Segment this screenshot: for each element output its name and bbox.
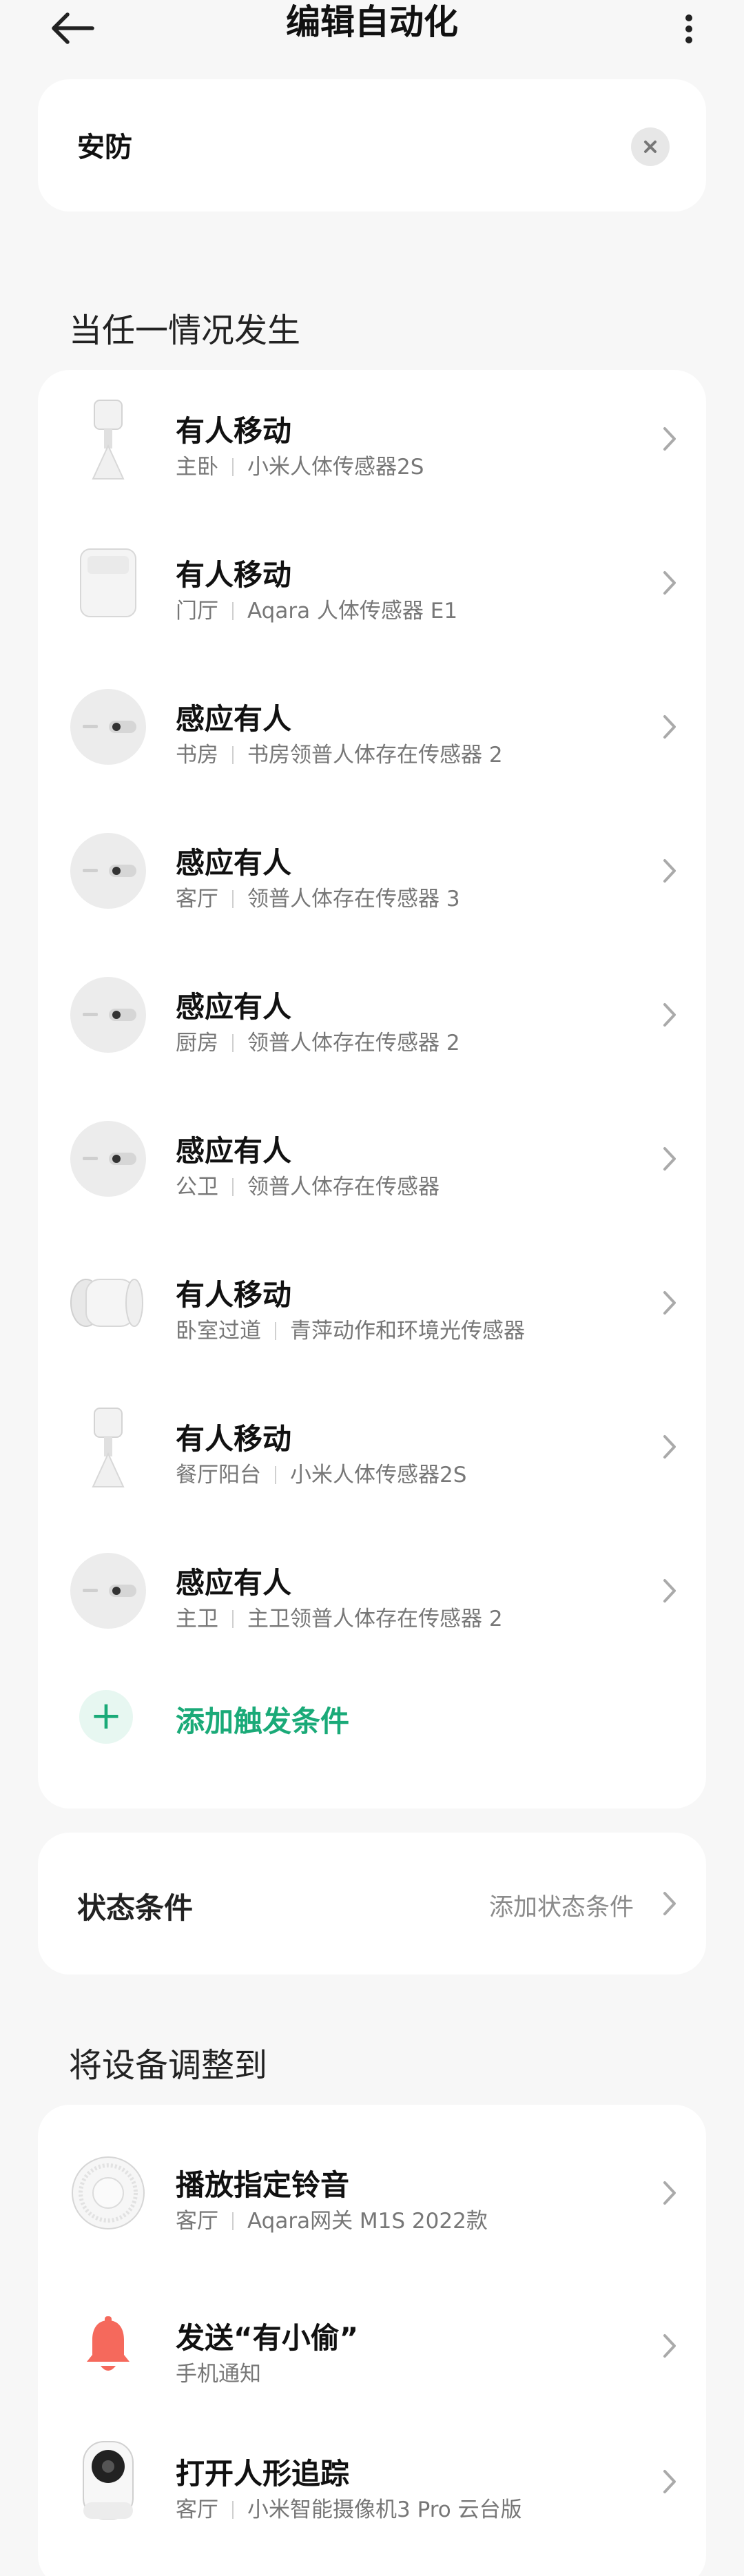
trigger-subtitle: 卧室过道 青萍动作和环境光传感器 bbox=[176, 1319, 525, 1343]
trigger-subtitle: 公卫 领普人体存在传感器 bbox=[176, 1175, 440, 1199]
trigger-subtitle: 主卧 小米人体传感器2S bbox=[176, 455, 424, 480]
add-state-condition-link[interactable]: 添加状态条件 bbox=[489, 1888, 634, 1923]
action-row[interactable]: 播放指定铃音 客厅 Aqara网关 M1S 2022款 bbox=[38, 2141, 706, 2245]
presence-sensor-icon bbox=[67, 973, 149, 1056]
add-trigger-label: 添加触发条件 bbox=[176, 1704, 350, 1738]
presence-sensor-icon bbox=[67, 1549, 149, 1632]
page-title: 编辑自动化 bbox=[286, 2, 458, 42]
trigger-card: 有人移动 主卧 小米人体传感器2S 有人移动 门厅 Aqara 人体传感器 E1 感… bbox=[38, 370, 706, 1809]
action-subtitle: 客厅 Aqara网关 M1S 2022款 bbox=[176, 2209, 488, 2234]
header: 编辑自动化 bbox=[0, 0, 744, 69]
presence-sensor-icon bbox=[67, 686, 149, 768]
trigger-title: 感应有人 bbox=[176, 846, 292, 880]
presence-sensor-icon bbox=[67, 1117, 149, 1200]
chevron-right-icon bbox=[663, 1291, 676, 1315]
trigger-row[interactable]: 有人移动 餐厅阳台 小米人体传感器2S bbox=[38, 1395, 706, 1498]
action-row[interactable]: 发送“有小偷” 手机通知 bbox=[38, 2294, 706, 2398]
presence-sensor-icon bbox=[67, 830, 149, 912]
motion-sensor-2s-icon bbox=[67, 1405, 149, 1488]
chevron-right-icon bbox=[663, 715, 676, 739]
state-condition-card[interactable]: 状态条件 添加状态条件 bbox=[38, 1833, 706, 1975]
add-trigger-button[interactable]: + 添加触发条件 bbox=[38, 1665, 706, 1769]
trigger-title: 感应有人 bbox=[176, 1566, 292, 1600]
trigger-row[interactable]: 感应有人 主卫 主卫领普人体存在传感器 2 bbox=[38, 1539, 706, 1642]
trigger-title: 有人移动 bbox=[176, 414, 292, 448]
trigger-title: 感应有人 bbox=[176, 1134, 292, 1168]
trigger-section-title: 当任一情况发生 bbox=[69, 311, 301, 350]
action-title: 打开人形追踪 bbox=[176, 2457, 350, 2491]
action-title: 发送“有小偷” bbox=[176, 2321, 359, 2355]
action-card: 播放指定铃音 客厅 Aqara网关 M1S 2022款 发送“有小偷” 手机通知 … bbox=[38, 2105, 706, 2576]
bell-icon bbox=[67, 2305, 149, 2387]
trigger-row[interactable]: 感应有人 客厅 领普人体存在传感器 3 bbox=[38, 819, 706, 923]
state-condition-title: 状态条件 bbox=[77, 1891, 194, 1925]
chevron-right-icon bbox=[663, 1435, 676, 1459]
trigger-row[interactable]: 有人移动 卧室过道 青萍动作和环境光传感器 bbox=[38, 1251, 706, 1354]
action-title: 播放指定铃音 bbox=[176, 2168, 350, 2202]
trigger-row[interactable]: 感应有人 厨房 领普人体存在传感器 2 bbox=[38, 963, 706, 1067]
qingping-motion-sensor-icon bbox=[67, 1261, 149, 1344]
trigger-row[interactable]: 感应有人 公卫 领普人体存在传感器 bbox=[38, 1107, 706, 1210]
chevron-right-icon bbox=[663, 859, 676, 883]
chevron-right-icon bbox=[663, 427, 676, 451]
close-icon bbox=[644, 141, 657, 153]
chevron-right-icon bbox=[663, 1147, 676, 1171]
trigger-title: 有人移动 bbox=[176, 558, 292, 592]
aqara-gateway-icon bbox=[67, 2152, 149, 2234]
trigger-subtitle: 客厅 领普人体存在传感器 3 bbox=[176, 887, 460, 911]
trigger-subtitle: 餐厅阳台 小米人体传感器2S bbox=[176, 1463, 467, 1487]
more-dots-icon bbox=[685, 14, 692, 21]
chevron-right-icon bbox=[663, 571, 676, 595]
chevron-right-icon bbox=[663, 1892, 676, 1915]
trigger-subtitle: 门厅 Aqara 人体传感器 E1 bbox=[176, 599, 458, 624]
automation-name-card: 安防 bbox=[38, 79, 706, 212]
action-section-title: 将设备调整到 bbox=[69, 2046, 268, 2085]
chevron-right-icon bbox=[663, 1003, 676, 1027]
more-options-button[interactable] bbox=[682, 10, 696, 52]
trigger-subtitle: 主卫 主卫领普人体存在传感器 2 bbox=[176, 1607, 503, 1631]
chevron-right-icon bbox=[663, 2181, 676, 2205]
trigger-title: 感应有人 bbox=[176, 702, 292, 736]
camera-icon bbox=[67, 2440, 149, 2523]
trigger-row[interactable]: 有人移动 门厅 Aqara 人体传感器 E1 bbox=[38, 531, 706, 635]
action-row[interactable]: 打开人形追踪 客厅 小米智能摄像机3 Pro 云台版 bbox=[38, 2430, 706, 2533]
trigger-subtitle: 书房 书房领普人体存在传感器 2 bbox=[176, 743, 503, 767]
clear-button[interactable] bbox=[631, 127, 670, 166]
trigger-title: 有人移动 bbox=[176, 1422, 292, 1456]
motion-sensor-2s-icon bbox=[67, 398, 149, 480]
trigger-row[interactable]: 感应有人 书房 书房领普人体存在传感器 2 bbox=[38, 675, 706, 779]
trigger-subtitle: 厨房 领普人体存在传感器 2 bbox=[176, 1031, 460, 1055]
plus-icon: + bbox=[79, 1690, 133, 1744]
chevron-right-icon bbox=[663, 2334, 676, 2358]
aqara-e1-sensor-icon bbox=[67, 542, 149, 624]
chevron-right-icon bbox=[663, 2470, 676, 2493]
automation-name-field[interactable]: 安防 bbox=[77, 125, 132, 165]
action-subtitle: 手机通知 bbox=[176, 2362, 261, 2387]
chevron-right-icon bbox=[663, 1579, 676, 1603]
trigger-row[interactable]: 有人移动 主卧 小米人体传感器2S bbox=[38, 387, 706, 491]
trigger-title: 感应有人 bbox=[176, 990, 292, 1024]
trigger-title: 有人移动 bbox=[176, 1278, 292, 1312]
action-subtitle: 客厅 小米智能摄像机3 Pro 云台版 bbox=[176, 2497, 522, 2522]
